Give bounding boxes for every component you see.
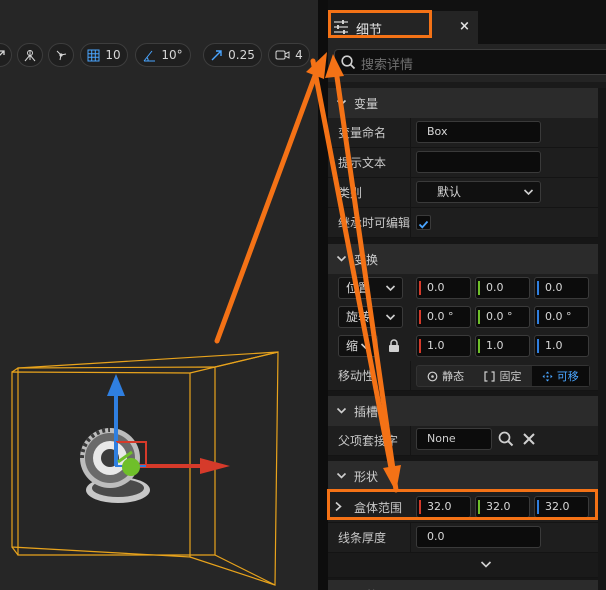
chevron-down-icon (336, 99, 347, 106)
rotation-label: 旋转 (346, 310, 371, 324)
details-search-input[interactable]: 搜索详情 (334, 49, 606, 75)
rotation-dropdown[interactable]: 旋转 (338, 306, 403, 328)
mobility-label: 移动性 (338, 369, 375, 383)
chevron-down-icon (336, 407, 347, 414)
close-tab-icon[interactable]: × (459, 19, 470, 34)
chevron-down-icon (336, 255, 347, 262)
mobility-static-button[interactable]: 静态 (417, 366, 474, 386)
chevron-down-icon (360, 343, 371, 350)
section-title-shape: 形状 (354, 470, 379, 484)
section-header-navigation[interactable]: 导航 (328, 580, 598, 590)
row-category: 类别 默认 (328, 178, 598, 208)
chevron-down-icon (336, 472, 347, 479)
variable-name-label: 变量命名 (338, 126, 387, 140)
section-header-socket[interactable]: 插槽 (328, 396, 598, 426)
box-bounds-wireframe (11, 351, 279, 586)
search-row: 搜索详情 (328, 44, 606, 82)
section-header-variable[interactable]: 变量 (328, 88, 598, 118)
tooltip-input[interactable] (416, 151, 541, 173)
row-variable-name: 变量命名 Box (328, 118, 598, 148)
tooltip-label: 提示文本 (338, 156, 387, 170)
row-divider (410, 118, 411, 147)
row-editable: 继承时可编辑 (328, 208, 598, 238)
line-thickness-input[interactable]: 0.0 (416, 526, 541, 548)
mobility-stationary-label: 固定 (499, 370, 522, 383)
section-header-shape[interactable]: 形状 (328, 461, 598, 491)
category-dropdown[interactable]: 默认 (416, 181, 541, 203)
rotation-x-input[interactable]: 0.0 ° (416, 306, 471, 328)
row-rotation: 旋转 0.0 ° 0.0 ° 0.0 ° (328, 303, 598, 333)
mobility-movable-button[interactable]: 可移 (531, 366, 589, 386)
mobility-movable-label: 可移 (556, 370, 579, 383)
chevron-down-icon (480, 561, 492, 568)
search-icon (341, 55, 356, 70)
lock-icon[interactable] (388, 339, 400, 353)
scale-y-input[interactable]: 1.0 (475, 335, 530, 357)
highlight-box-extent-row (327, 489, 598, 520)
scene-view[interactable] (0, 0, 318, 590)
row-scale: 缩 1.0 1.0 1.0 (328, 332, 598, 362)
clear-x-icon[interactable] (522, 432, 536, 446)
rotation-z-input[interactable]: 0.0 ° (534, 306, 589, 328)
chevron-down-icon (385, 285, 396, 292)
variable-name-input[interactable]: Box (416, 121, 541, 143)
location-y-input[interactable]: 0.0 (475, 277, 530, 299)
editable-checkbox[interactable] (416, 215, 431, 230)
row-mobility: 移动性 静态 固定 可移 (328, 361, 598, 391)
stationary-bracket-icon (484, 370, 496, 382)
parent-socket-field[interactable]: None (416, 428, 492, 450)
category-label: 类别 (338, 186, 363, 200)
row-location: 位置 0.0 0.0 0.0 (328, 274, 598, 304)
location-label: 位置 (346, 281, 371, 295)
scale-dropdown[interactable]: 缩 (338, 335, 378, 357)
row-divider (410, 361, 411, 390)
location-dropdown[interactable]: 位置 (338, 277, 403, 299)
search-placeholder: 搜索详情 (361, 58, 414, 73)
row-parent-socket: 父项套接字 None (328, 426, 598, 456)
scale-z-input[interactable]: 1.0 (534, 335, 589, 357)
mobility-static-label: 静态 (442, 370, 465, 383)
row-line-thickness: 线条厚度 0.0 (328, 523, 598, 553)
section-title-socket: 插槽 (354, 405, 379, 419)
level-viewport[interactable]: 10 10° 0.25 4 (0, 0, 318, 590)
chevron-down-icon (385, 314, 396, 321)
section-header-transform[interactable]: 变换 (328, 244, 598, 274)
scale-x-input[interactable]: 1.0 (416, 335, 471, 357)
movable-arrows-icon (542, 371, 553, 381)
scale-label: 缩 (346, 339, 359, 353)
row-divider (410, 523, 411, 552)
line-thickness-label: 线条厚度 (338, 531, 387, 545)
row-divider (410, 178, 411, 207)
row-advanced-expander[interactable] (328, 553, 598, 578)
location-x-input[interactable]: 0.0 (416, 277, 471, 299)
section-title-variable: 变量 (354, 97, 379, 111)
row-divider (410, 208, 411, 237)
search-icon[interactable] (498, 431, 514, 447)
rotation-y-input[interactable]: 0.0 ° (475, 306, 530, 328)
category-value: 默认 (437, 185, 462, 199)
editable-label: 继承时可编辑 (338, 216, 411, 230)
highlight-details-tab (328, 10, 432, 38)
chevron-down-icon (523, 189, 534, 196)
parent-socket-label: 父项套接字 (338, 434, 399, 448)
mobility-stationary-button[interactable]: 固定 (474, 366, 531, 386)
static-circle-icon (427, 371, 438, 381)
row-tooltip: 提示文本 (328, 148, 598, 178)
transform-gizmo[interactable] (107, 374, 230, 476)
section-title-transform: 变换 (354, 253, 379, 267)
row-divider (410, 426, 411, 455)
location-z-input[interactable]: 0.0 (534, 277, 589, 299)
mobility-toggle-group: 静态 固定 可移 (416, 365, 590, 387)
checkmark-icon (418, 220, 429, 229)
row-divider (410, 148, 411, 177)
